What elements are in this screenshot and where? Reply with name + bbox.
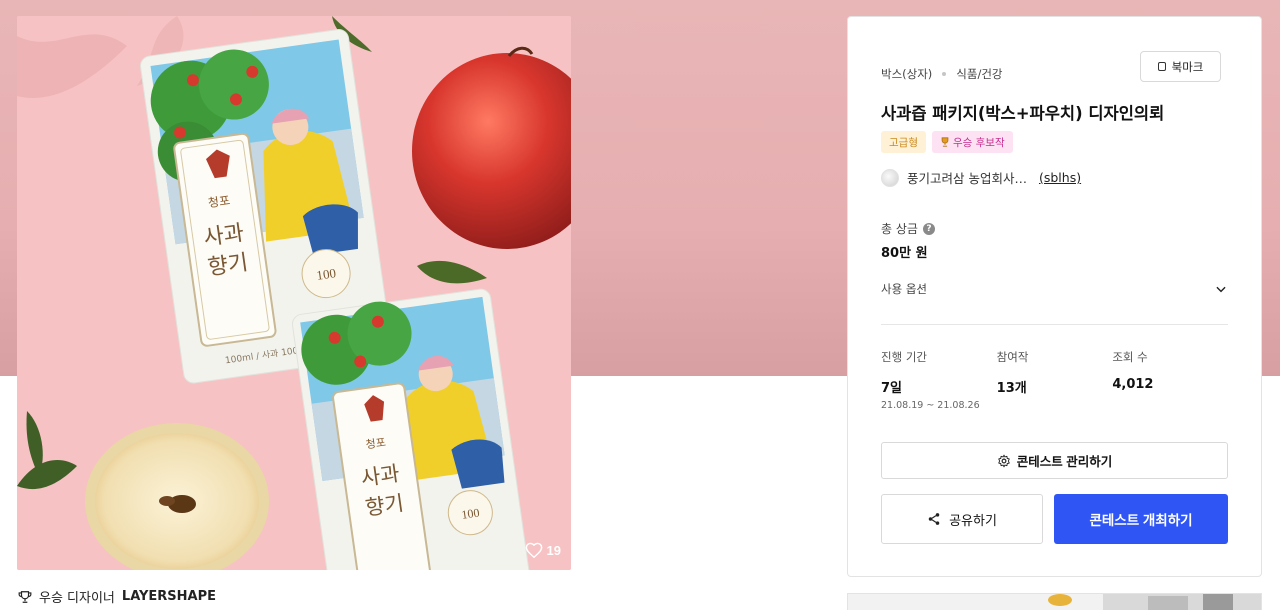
grade-badge: 고급형 (881, 131, 926, 153)
host-id[interactable]: (sblhs) (1039, 170, 1081, 185)
prize-label: 총 상금 (881, 222, 918, 236)
next-card-thumbnail (1048, 594, 1261, 610)
host-avatar (881, 168, 899, 187)
gear-icon (998, 454, 1010, 467)
stat-period: 진행 기간 7일 21.08.19 ~ 21.08.26 (881, 349, 997, 411)
like-count: 19 (546, 542, 561, 558)
contest-title: 사과즙 패키지(박스+파우치) 디자인의뢰 (881, 104, 1165, 123)
host-info[interactable]: 풍기고려삼 농업회사… (sblhs) (881, 168, 1081, 187)
stat-views: 조회 수 4,012 (1112, 349, 1228, 411)
breadcrumb-separator (942, 72, 947, 76)
share-button[interactable]: 공유하기 (881, 494, 1043, 544)
svg-text:100: 100 (461, 505, 481, 521)
winner-candidate-badge: 우승 후보작 (931, 131, 1013, 153)
winner-candidate-label: 우승 후보작 (952, 136, 1005, 149)
host-contest-button[interactable]: 콘테스트 개최하기 (1054, 494, 1228, 544)
host-name[interactable]: 풍기고려삼 농업회사… (907, 168, 1027, 187)
product-image[interactable]: 청포 사과 향기 100 100ml / 사과 100%(국내산) 청포 사과 (17, 16, 571, 570)
contest-stats: 진행 기간 7일 21.08.19 ~ 21.08.26 참여작 13개 조회 … (881, 349, 1228, 411)
stat-value: 7일 (881, 381, 903, 396)
badge-list: 고급형 우승 후보작 (881, 131, 1013, 153)
trophy-icon (18, 590, 32, 603)
stat-value: 4,012 (1112, 377, 1154, 392)
winner-designer: 우승 디자이너 LAYERSHAPE (18, 587, 216, 606)
heart-icon (525, 542, 542, 558)
share-label: 공유하기 (949, 512, 997, 528)
breadcrumb-category[interactable]: 박스(상자) (881, 66, 932, 82)
prize-value: 80만 원 (881, 246, 928, 261)
manage-contest-label: 콘테스트 관리하기 (1016, 455, 1113, 469)
package-illustration: 청포 사과 향기 100 100ml / 사과 100%(국내산) 청포 사과 (17, 16, 571, 570)
usage-option-toggle[interactable]: 사용 옵션 (881, 279, 1228, 299)
usage-option-label: 사용 옵션 (881, 282, 927, 296)
manage-contest-button[interactable]: 콘테스트 관리하기 (881, 442, 1228, 479)
trophy-icon (941, 137, 949, 147)
stat-value: 13개 (996, 381, 1027, 396)
prize-label-row: 총 상금 ? (881, 220, 935, 237)
stat-date-range: 21.08.19 ~ 21.08.26 (881, 400, 980, 411)
share-icon (928, 513, 940, 525)
host-contest-label: 콘테스트 개최하기 (1089, 513, 1193, 528)
stat-label: 조회 수 (1112, 350, 1148, 364)
bookmark-icon (1157, 62, 1166, 71)
winner-label: 우승 디자이너 (39, 591, 115, 606)
divider (881, 324, 1228, 325)
breadcrumb-subcategory[interactable]: 식품/건강 (956, 66, 1002, 82)
winner-name[interactable]: LAYERSHAPE (122, 589, 216, 604)
bookmark-label: 북마크 (1171, 61, 1204, 74)
breadcrumb: 박스(상자) 식품/건강 (881, 66, 1003, 82)
help-icon[interactable]: ? (922, 222, 935, 235)
chevron-down-icon (1216, 286, 1226, 293)
stat-label: 참여작 (996, 350, 1029, 364)
stat-label: 진행 기간 (881, 350, 927, 364)
svg-text:100: 100 (315, 265, 336, 283)
contest-info-card: 박스(상자) 식품/건강 북마크 사과즙 패키지(박스+파우치) 디자인의뢰 고… (847, 16, 1262, 577)
stat-entries: 참여작 13개 (997, 349, 1113, 411)
bookmark-button[interactable]: 북마크 (1140, 51, 1221, 82)
next-section-card (847, 593, 1262, 610)
like-button[interactable]: 19 (525, 542, 561, 558)
